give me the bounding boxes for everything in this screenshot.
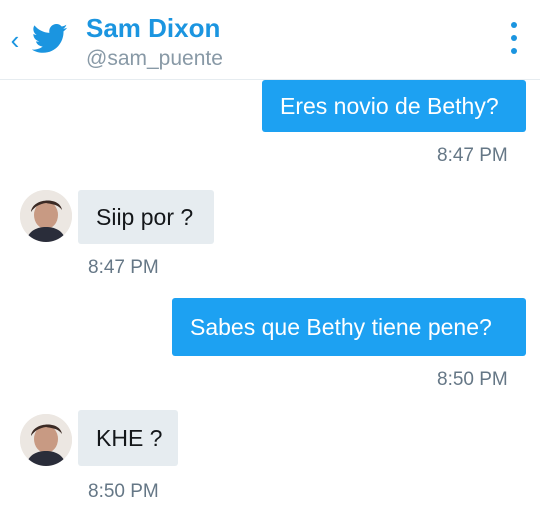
message-text: Sabes que Bethy tiene pene? [190, 314, 492, 340]
message-text: Eres novio de Bethy? [280, 93, 499, 119]
avatar-image [20, 190, 72, 242]
message-text: Siip por ? [96, 204, 194, 230]
message-timestamp: 8:47 PM [437, 145, 508, 166]
contact-handle: @sam_puente [86, 47, 223, 70]
avatar-image [20, 414, 72, 466]
incoming-message-bubble[interactable]: Siip por ? [78, 190, 214, 244]
outgoing-message-bubble[interactable]: Eres novio de Bethy? [262, 80, 526, 132]
incoming-message-bubble[interactable]: KHE ? [78, 410, 178, 466]
message-timestamp: 8:50 PM [437, 369, 508, 390]
message-timestamp: 8:47 PM [88, 257, 159, 278]
avatar[interactable] [20, 414, 72, 466]
outgoing-message-bubble[interactable]: Sabes que Bethy tiene pene? [172, 298, 526, 356]
message-timestamp: 8:50 PM [88, 481, 159, 502]
vertical-dots-icon[interactable] [504, 22, 524, 62]
twitter-bird-icon [32, 24, 68, 53]
conversation-header: ‹ Sam Dixon @sam_puente [0, 0, 540, 80]
message-text: KHE ? [96, 425, 163, 451]
avatar[interactable] [20, 190, 72, 242]
contact-name[interactable]: Sam Dixon [86, 12, 220, 44]
chevron-left-icon[interactable]: ‹ [6, 26, 24, 54]
